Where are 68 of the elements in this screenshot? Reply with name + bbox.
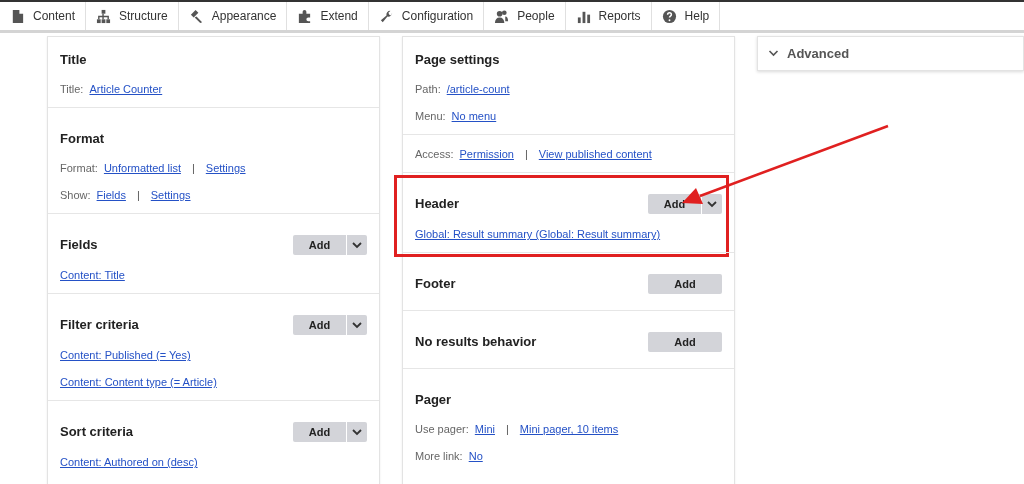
- link[interactable]: Content: Title: [60, 267, 125, 284]
- toolbar-tab[interactable]: Structure: [86, 2, 179, 30]
- link[interactable]: No: [468, 448, 483, 465]
- add-button[interactable]: Add: [293, 235, 346, 255]
- toolbar-tab[interactable]: Reports: [565, 2, 652, 30]
- link[interactable]: Article Counter: [89, 81, 163, 98]
- link[interactable]: View published content: [538, 146, 652, 163]
- link[interactable]: Mini pager, 10 items: [519, 421, 619, 438]
- field-label: Path:: [415, 82, 441, 98]
- link[interactable]: Fields: [96, 187, 126, 204]
- link[interactable]: No menu: [451, 108, 497, 125]
- separator: |: [505, 422, 510, 438]
- toolbar-tab[interactable]: Content: [0, 2, 87, 30]
- field-label: Access:: [415, 147, 454, 163]
- section-title: Pager: [415, 391, 452, 410]
- link[interactable]: Settings: [205, 160, 246, 177]
- field-label: Format:: [60, 161, 98, 177]
- link[interactable]: Content: Published (= Yes): [60, 347, 191, 364]
- chevron-down-icon: [352, 428, 362, 436]
- add-button[interactable]: Add: [648, 332, 722, 352]
- wrench-icon: [378, 8, 394, 24]
- add-button[interactable]: Add: [648, 274, 722, 294]
- chevron-down-icon: [352, 321, 362, 329]
- dropdown-toggle[interactable]: [347, 235, 367, 255]
- link[interactable]: /article-count: [446, 81, 510, 98]
- field-label: More link:: [415, 449, 463, 465]
- field-label: Menu:: [415, 109, 446, 125]
- section-title: No results behavior: [415, 333, 537, 352]
- link[interactable]: Global: Result summary (Global: Result summary): [415, 226, 661, 243]
- separator: |: [190, 161, 196, 177]
- link[interactable]: Settings: [150, 187, 191, 204]
- link[interactable]: Unformatted list: [103, 160, 181, 177]
- dropdown-toggle[interactable]: [347, 422, 367, 442]
- people-icon: [494, 8, 510, 24]
- puzzle-icon: [297, 8, 313, 24]
- section-title: Filter criteria: [60, 316, 139, 335]
- dropdown-toggle[interactable]: [347, 315, 367, 335]
- separator: |: [523, 147, 529, 163]
- link[interactable]: Permission: [459, 146, 514, 163]
- toolbar-tab[interactable]: People: [484, 2, 566, 30]
- document-icon: [10, 8, 25, 24]
- section-title: Page settings: [415, 51, 500, 70]
- section-title: Sort criteria: [60, 423, 133, 442]
- section-title: Title: [60, 51, 87, 70]
- toolbar-tab[interactable]: Extend: [287, 2, 369, 30]
- add-button[interactable]: Add: [293, 315, 346, 335]
- section-title: Fields: [60, 236, 98, 255]
- dropdown-toggle[interactable]: [702, 194, 722, 214]
- field-label: Use pager:: [415, 422, 469, 438]
- separator: |: [135, 188, 141, 204]
- field-label: Show:: [60, 188, 91, 204]
- section-title: Format: [60, 130, 105, 149]
- add-button[interactable]: Add: [293, 422, 346, 442]
- advanced-panel[interactable]: Advanced: [757, 36, 1024, 71]
- section-title: Footer: [415, 275, 456, 294]
- toolbar-tab[interactable]: Configuration: [368, 2, 485, 30]
- chevron-down-icon: [352, 241, 362, 249]
- section-title: Header: [415, 195, 460, 214]
- chevron-down-icon: [768, 50, 779, 57]
- help-icon: [661, 8, 677, 24]
- toolbar-tab[interactable]: Appearance: [178, 2, 288, 30]
- hierarchy-icon: [96, 8, 112, 24]
- field-label: Title:: [60, 82, 84, 98]
- link[interactable]: Content: Authored on (desc): [60, 454, 198, 471]
- toolbar-tab[interactable]: Help: [651, 2, 721, 30]
- chevron-down-icon: [707, 200, 717, 208]
- link[interactable]: Content: Content type (= Article): [60, 374, 217, 391]
- link[interactable]: Mini: [474, 421, 495, 438]
